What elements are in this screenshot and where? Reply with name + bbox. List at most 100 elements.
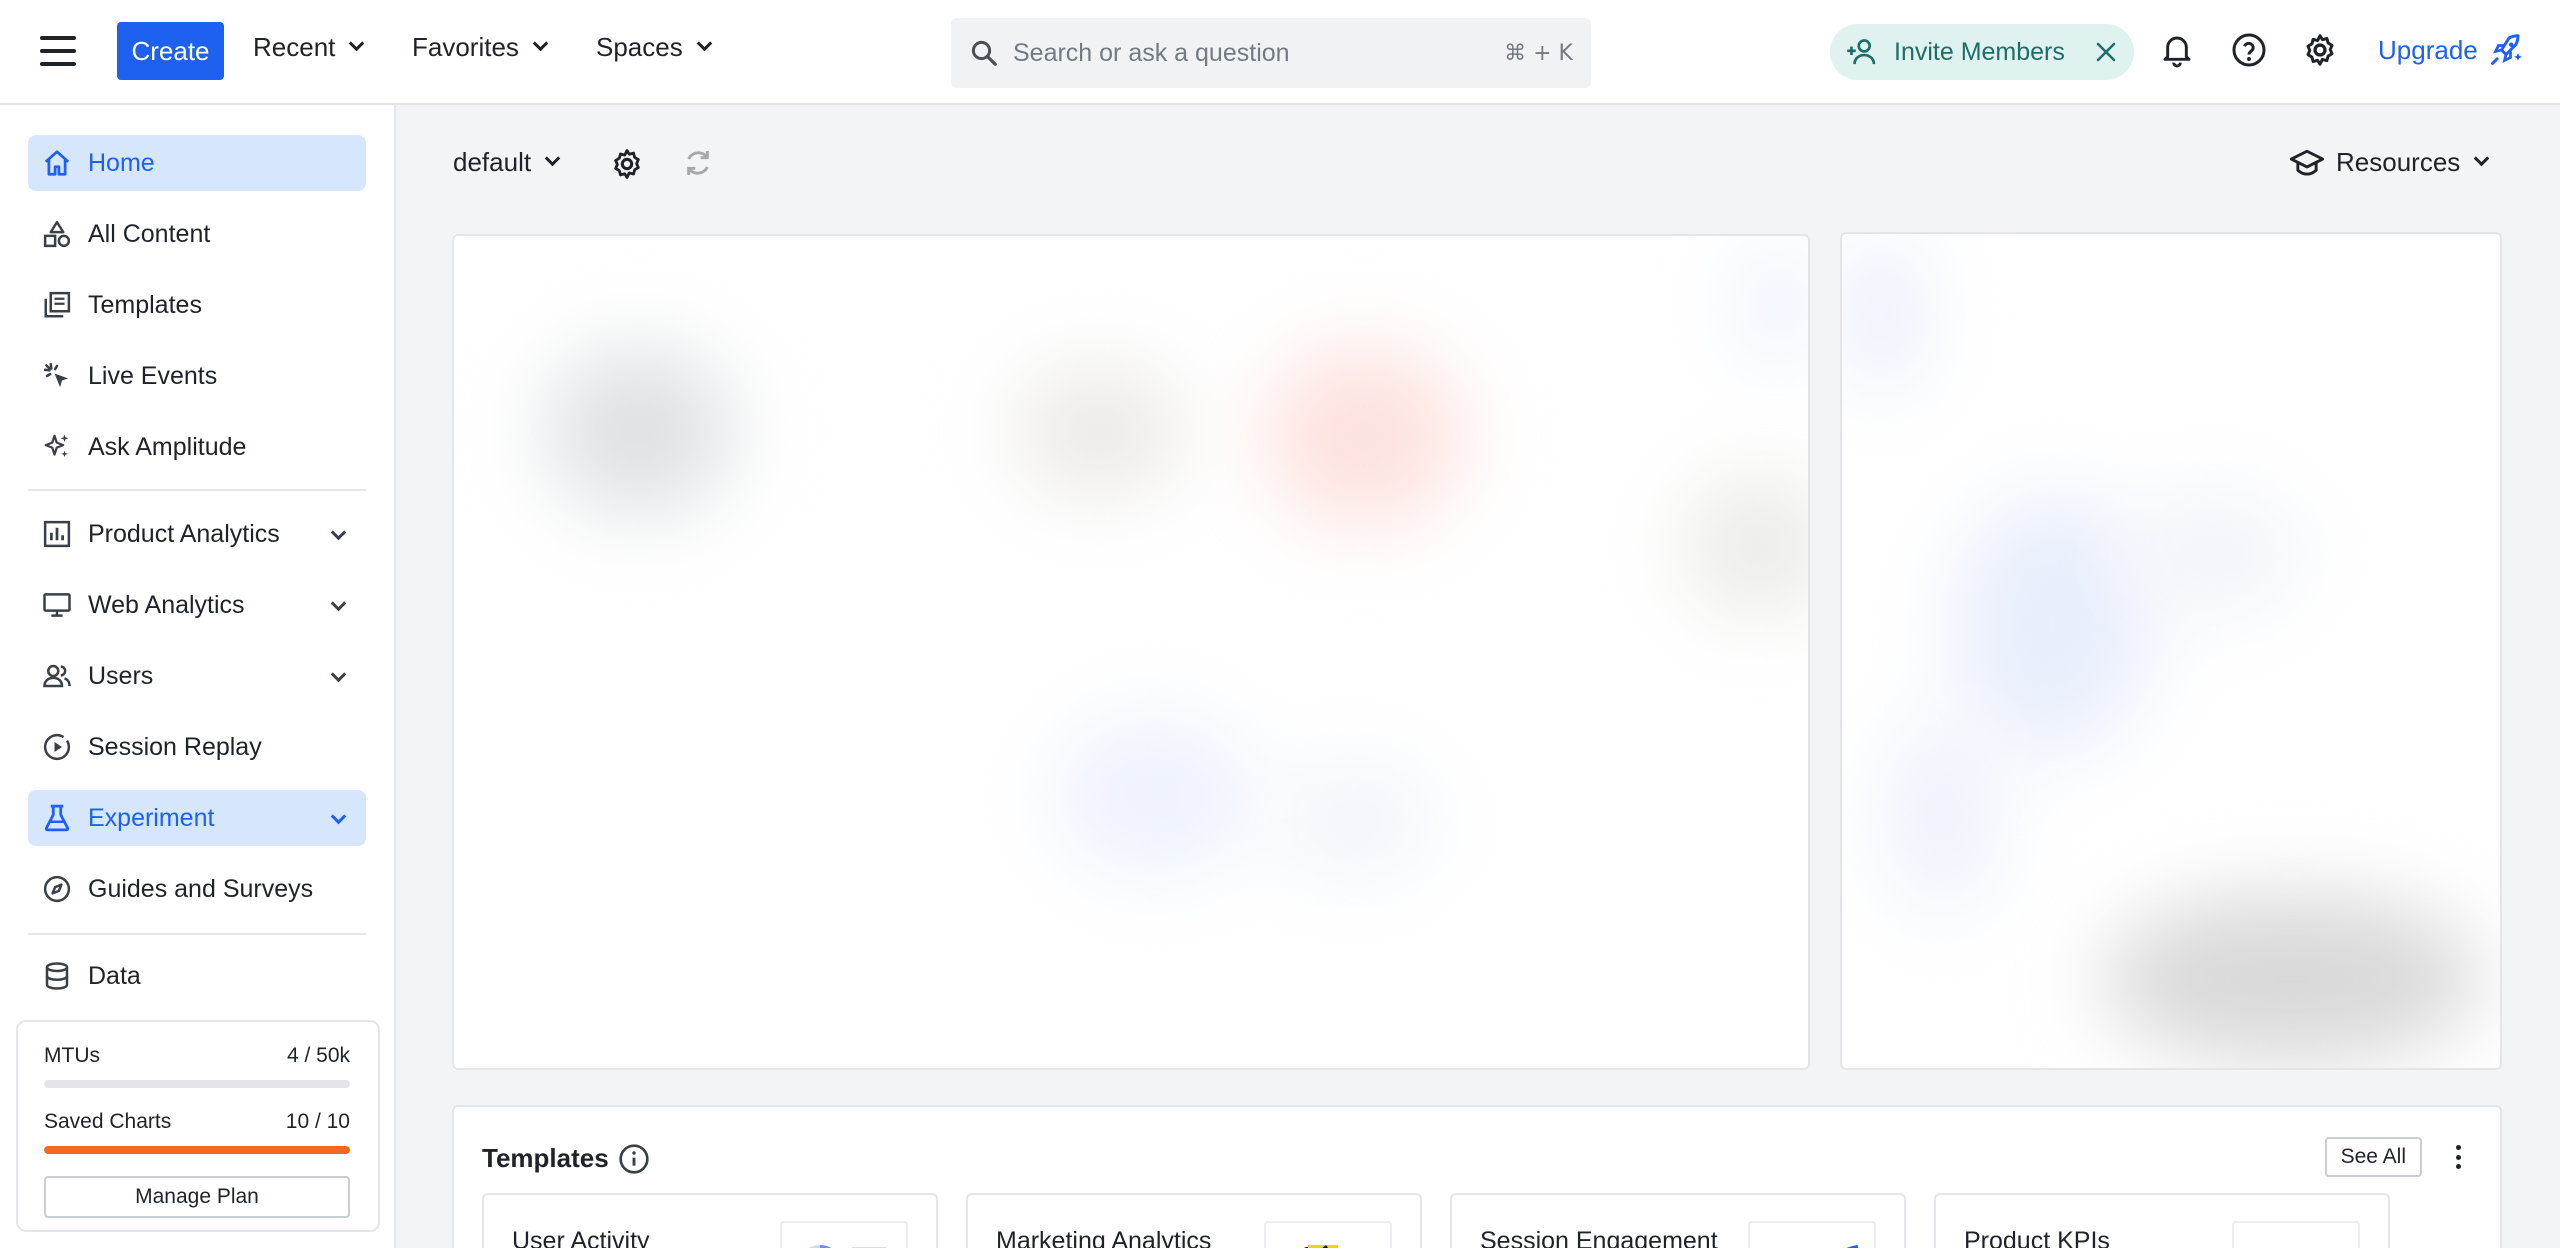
- help-icon[interactable]: [2231, 32, 2267, 68]
- create-button[interactable]: Create: [117, 22, 224, 80]
- gear-icon[interactable]: [2302, 32, 2338, 68]
- top-bar: Create Recent Favorites Spaces ⌘ + K Inv…: [0, 0, 2560, 105]
- template-thumbnail: [2232, 1221, 2360, 1248]
- sidebar-divider: [28, 933, 366, 935]
- search-icon: [971, 40, 997, 66]
- sidebar-item-users[interactable]: Users: [28, 648, 366, 704]
- template-card-name: Product KPIs: [1964, 1227, 2110, 1248]
- sidebar-item-label: Session Replay: [88, 732, 262, 761]
- sidebar-item-experiment[interactable]: Experiment: [28, 790, 366, 846]
- chevron-down-icon[interactable]: [330, 595, 347, 612]
- sidebar-item-label: Templates: [88, 290, 202, 319]
- bell-icon[interactable]: [2161, 32, 2193, 68]
- mtus-label: MTUs: [44, 1044, 100, 1067]
- sidebar-item-session-replay[interactable]: Session Replay: [28, 719, 366, 775]
- favorites-menu[interactable]: Favorites: [412, 32, 549, 63]
- recent-menu-label: Recent: [253, 32, 336, 62]
- invite-members-label: Invite Members: [1894, 37, 2065, 66]
- sidebar-item-all-content[interactable]: All Content: [28, 206, 366, 262]
- close-icon[interactable]: [2094, 40, 2118, 64]
- template-card-marketing-analytics[interactable]: Marketing Analytics: [966, 1193, 1422, 1248]
- search-input[interactable]: [1013, 38, 1505, 68]
- chevron-down-icon[interactable]: [330, 524, 347, 541]
- saved-charts-progress-bar: [44, 1146, 350, 1154]
- cursor-click-icon: [42, 361, 72, 391]
- sidebar-item-label: Home: [88, 148, 155, 177]
- template-card-session-engagement[interactable]: Session Engagement: [1450, 1193, 1906, 1248]
- plan-usage-card: MTUs 4 / 50k Saved Charts 10 / 10 Manage…: [16, 1020, 380, 1232]
- monitor-icon: [42, 590, 72, 620]
- sidebar-item-label: Guides and Surveys: [88, 874, 314, 903]
- sidebar-item-product-analytics[interactable]: Product Analytics: [28, 506, 366, 562]
- chevron-down-icon: [2474, 150, 2490, 167]
- mtus-row: MTUs 4 / 50k: [44, 1044, 350, 1068]
- line-chart-thumbnail-icon: [1846, 1245, 1859, 1248]
- chevron-down-icon[interactable]: [330, 666, 347, 683]
- gear-icon[interactable]: [610, 147, 644, 181]
- template-card-user-activity[interactable]: User Activity: [482, 1193, 938, 1248]
- menu-icon[interactable]: [40, 36, 76, 66]
- templates-section: Templates See All User Activity Marketin…: [452, 1105, 2502, 1248]
- blurred-dashboard-panel: [452, 234, 1810, 1070]
- chevron-down-icon: [349, 35, 365, 52]
- search-shortcut: ⌘ + K: [1504, 40, 1573, 66]
- invite-members-button[interactable]: Invite Members: [1830, 24, 2134, 80]
- graduation-cap-icon: [2290, 149, 2324, 176]
- funnel-thumbnail-icon: [1304, 1245, 1338, 1248]
- sidebar-item-ask-amplitude[interactable]: Ask Amplitude: [28, 419, 366, 475]
- saved-charts-progress-fill: [44, 1146, 350, 1154]
- mtus-progress-bar: [44, 1080, 350, 1088]
- info-icon[interactable]: [618, 1143, 650, 1175]
- sidebar-item-live-events[interactable]: Live Events: [28, 348, 366, 404]
- mtus-value: 4 / 50k: [286, 1044, 350, 1067]
- pie-chart-thumbnail-icon: [808, 1244, 886, 1248]
- see-all-button[interactable]: See All: [2324, 1137, 2422, 1177]
- template-card-name: Session Engagement: [1480, 1227, 1718, 1248]
- sidebar-item-label: Data: [88, 961, 141, 990]
- play-circle-icon: [42, 732, 72, 762]
- sidebar-item-home[interactable]: Home: [28, 135, 366, 191]
- sidebar-item-data[interactable]: Data: [28, 948, 366, 1004]
- chevron-down-icon: [696, 35, 713, 52]
- sidebar-item-label: Product Analytics: [88, 519, 280, 548]
- search-bar[interactable]: ⌘ + K: [951, 18, 1591, 88]
- sidebar-item-label: Web Analytics: [88, 590, 245, 619]
- user-plus-icon: [1847, 39, 1876, 65]
- home-icon: [42, 148, 72, 178]
- refresh-icon[interactable]: [682, 147, 714, 179]
- template-card-product-kpis[interactable]: Product KPIs: [1934, 1193, 2390, 1248]
- template-thumbnail: [780, 1221, 908, 1248]
- more-options-icon[interactable]: [2456, 1145, 2462, 1169]
- flask-icon: [42, 803, 72, 833]
- sidebar-item-guides-surveys[interactable]: Guides and Surveys: [28, 861, 366, 917]
- sidebar-item-templates[interactable]: Templates: [28, 277, 366, 333]
- chevron-down-icon: [544, 150, 561, 167]
- chevron-down-icon[interactable]: [330, 808, 347, 825]
- templates-title: Templates: [482, 1143, 609, 1173]
- spaces-menu-label: Spaces: [596, 32, 683, 62]
- shapes-icon: [42, 219, 72, 249]
- resources-menu[interactable]: Resources: [2290, 147, 2490, 178]
- space-selector[interactable]: default: [453, 147, 561, 178]
- blurred-shape: [1882, 714, 2002, 914]
- templates-icon: [42, 290, 72, 320]
- sidebar-item-web-analytics[interactable]: Web Analytics: [28, 577, 366, 633]
- upgrade-label: Upgrade: [2378, 34, 2478, 65]
- sidebar-item-label: Ask Amplitude: [88, 432, 247, 461]
- blurred-shape: [1054, 716, 1254, 876]
- sidebar-item-label: Users: [88, 661, 154, 690]
- bar-chart-icon: [42, 519, 72, 549]
- recent-menu[interactable]: Recent: [253, 32, 365, 63]
- blurred-shape: [544, 346, 734, 516]
- favorites-menu-label: Favorites: [412, 32, 519, 62]
- blurred-shape: [2102, 894, 2482, 1064]
- upgrade-button[interactable]: Upgrade: [2378, 32, 2524, 68]
- template-card-name: Marketing Analytics: [996, 1227, 1212, 1248]
- manage-plan-button[interactable]: Manage Plan: [44, 1176, 350, 1218]
- spaces-menu[interactable]: Spaces: [596, 32, 713, 63]
- blurred-shape: [1744, 246, 1808, 366]
- database-icon: [42, 961, 72, 991]
- blurred-shape: [1274, 766, 1434, 876]
- resources-label: Resources: [2336, 147, 2461, 177]
- bar-chart-thumbnail-icon: [2264, 1243, 2274, 1248]
